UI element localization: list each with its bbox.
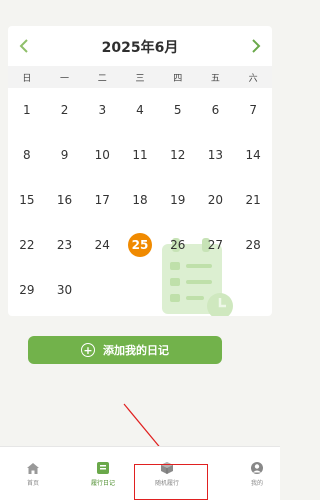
calendar-day[interactable]: 15: [8, 178, 46, 223]
calendar-day[interactable]: 21: [234, 178, 272, 223]
calendar-day[interactable]: 20: [197, 178, 235, 223]
calendar-day-empty: [234, 267, 272, 312]
calendar-day[interactable]: 23: [46, 222, 84, 267]
calendar-day[interactable]: 22: [8, 222, 46, 267]
calendar-day[interactable]: 3: [83, 88, 121, 133]
calendar-day-empty: [121, 267, 159, 312]
calendar-day[interactable]: 4: [121, 88, 159, 133]
calendar-day[interactable]: 18: [121, 178, 159, 223]
tab-home[interactable]: 首页: [10, 447, 56, 500]
chevron-right-icon: [252, 39, 261, 53]
calendar-day-empty: [197, 267, 235, 312]
weekday-header: 日 一 二 三 四 五 六: [8, 66, 272, 88]
calendar-day[interactable]: 9: [46, 133, 84, 178]
calendar-day-empty: [83, 267, 121, 312]
bottom-tab-bar: 首页 履行日记 随机履行 我的: [0, 446, 280, 500]
weekday-label: 三: [135, 73, 145, 84]
calendar-day[interactable]: 7: [234, 88, 272, 133]
calendar-day[interactable]: 27: [197, 222, 235, 267]
tab-label: 履行日记: [90, 480, 115, 487]
cube-icon: [161, 462, 173, 474]
tab-random[interactable]: 随机履行: [142, 447, 192, 500]
calendar-day-empty: [159, 267, 197, 312]
tab-diary[interactable]: 履行日记: [78, 447, 128, 500]
calendar-header: 2025年6月: [8, 26, 272, 66]
calendar-day-selected[interactable]: 25: [121, 222, 159, 267]
calendar-day[interactable]: 12: [159, 133, 197, 178]
calendar-day[interactable]: 2: [46, 88, 84, 133]
calendar-day[interactable]: 6: [197, 88, 235, 133]
tab-label: 我的: [250, 480, 263, 487]
calendar-day[interactable]: 14: [234, 133, 272, 178]
tab-label: 随机履行: [154, 480, 179, 487]
home-icon: [27, 462, 39, 474]
weekday-label: 一: [60, 73, 70, 84]
add-diary-button[interactable]: + 添加我的日记: [28, 336, 222, 364]
tab-label: 首页: [26, 479, 39, 487]
add-diary-label: 添加我的日记: [103, 344, 169, 357]
calendar-day[interactable]: 10: [83, 133, 121, 178]
calendar-day[interactable]: 17: [83, 178, 121, 223]
calendar-day[interactable]: 26: [159, 222, 197, 267]
user-icon: [251, 462, 263, 474]
calendar-day[interactable]: 28: [234, 222, 272, 267]
calendar-day[interactable]: 29: [8, 267, 46, 312]
calendar-day[interactable]: 8: [8, 133, 46, 178]
calendar-day[interactable]: 30: [46, 267, 84, 312]
calendar-day[interactable]: 1: [8, 88, 46, 133]
calendar-day[interactable]: 11: [121, 133, 159, 178]
calendar-day[interactable]: 5: [159, 88, 197, 133]
calendar-day[interactable]: 24: [83, 222, 121, 267]
weekday-label: 四: [173, 73, 183, 84]
plus-icon: +: [81, 343, 95, 357]
weekday-label: 二: [97, 73, 107, 84]
next-month-button[interactable]: [244, 34, 268, 58]
calendar-day[interactable]: 13: [197, 133, 235, 178]
calendar-days-grid: 1 2 3 4 5 6 7 8 9 10 11 12 13 14 15 16 1…: [8, 88, 272, 312]
month-title: 2025年6月: [101, 40, 179, 56]
calendar-day[interactable]: 16: [46, 178, 84, 223]
weekday-label: 六: [248, 73, 258, 84]
weekday-label: 五: [210, 73, 220, 84]
calendar-day[interactable]: 19: [159, 178, 197, 223]
diary-icon: [97, 462, 109, 474]
calendar-card: 2025年6月 日 一 二 三 四 五 六 1 2 3 4 5 6 7 8 9 …: [8, 26, 272, 316]
tab-mine[interactable]: 我的: [234, 447, 280, 500]
weekday-label: 日: [22, 73, 32, 84]
